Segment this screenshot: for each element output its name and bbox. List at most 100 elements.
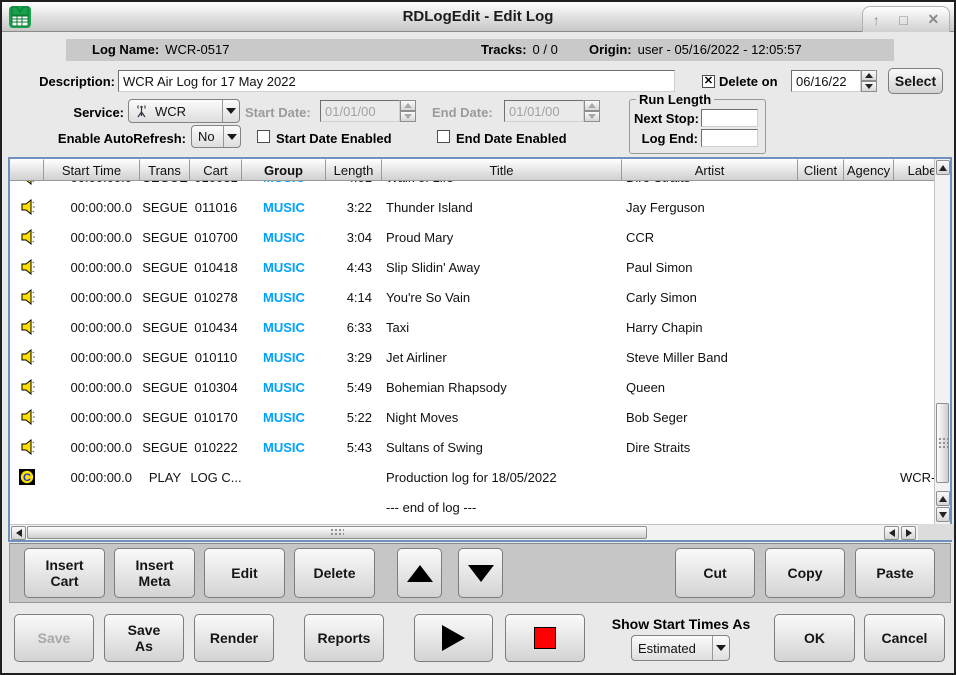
speaker-icon	[10, 348, 44, 366]
maximize-icon[interactable]: □	[899, 12, 907, 28]
scroll-down-icon[interactable]	[936, 507, 950, 522]
column-header-client[interactable]: Client	[798, 159, 844, 181]
column-header-artist[interactable]: Artist	[622, 159, 798, 181]
save-as-button[interactable]: Save As	[104, 614, 184, 662]
speaker-icon	[10, 318, 44, 336]
log-row[interactable]: 00:00:00.0SEGUE010031MUSIC4:01Walk of Li…	[10, 181, 934, 192]
cell-trans: SEGUE	[140, 380, 190, 395]
log-end-label: Log End:	[634, 131, 698, 146]
cancel-button[interactable]: Cancel	[864, 614, 945, 662]
cell-time: 00:00:00.0	[44, 410, 140, 425]
origin-label: Origin:	[589, 42, 632, 57]
cell-artist: Paul Simon	[622, 260, 798, 275]
up-arrow-icon	[407, 565, 433, 582]
cell-group: MUSIC	[242, 230, 326, 245]
scrollbar-corner	[918, 524, 954, 540]
start-date-spinner	[400, 100, 416, 122]
log-row[interactable]: 00:00:00.0SEGUE010222MUSIC5:43Sultans of…	[10, 432, 934, 462]
horizontal-scrollbar-thumb[interactable]	[27, 526, 647, 539]
log-row[interactable]: 00:00:00.0SEGUE010110MUSIC3:29Jet Airlin…	[10, 342, 934, 372]
log-row[interactable]: C00:00:00.0PLAYLOG C...Production log fo…	[10, 462, 934, 492]
next-stop-input[interactable]	[701, 109, 758, 127]
column-header-title[interactable]: Title	[382, 159, 622, 181]
column-header-label[interactable]: Label	[894, 159, 934, 181]
log-row[interactable]: 00:00:00.0SEGUE010278MUSIC4:14You're So …	[10, 282, 934, 312]
cell-cart: 010222	[190, 440, 242, 455]
scroll-up-icon[interactable]	[936, 491, 950, 506]
next-stop-label: Next Stop:	[634, 111, 698, 126]
vertical-scrollbar-thumb[interactable]	[936, 403, 949, 483]
cell-len: 5:43	[326, 440, 382, 455]
cell-artist: Jay Ferguson	[622, 200, 798, 215]
cell-group: MUSIC	[242, 200, 326, 215]
cell-trans: SEGUE	[140, 181, 190, 185]
log-row[interactable]: 00:00:00.0SEGUE010170MUSIC5:22Night Move…	[10, 402, 934, 432]
titlebar[interactable]: RDLogEdit - Edit Log ↑ □ ✕	[2, 2, 954, 32]
origin-value: user - 05/16/2022 - 12:05:57	[638, 42, 802, 57]
column-header-group[interactable]: Group	[242, 159, 326, 181]
close-icon[interactable]: ✕	[927, 11, 939, 28]
cell-time: 00:00:00.0	[44, 260, 140, 275]
log-end-input[interactable]	[701, 129, 758, 147]
show-start-times-select[interactable]: Estimated	[631, 635, 730, 661]
cell-title: Walk of Life	[382, 181, 622, 185]
column-header-start-time[interactable]: Start Time	[44, 159, 140, 181]
scroll-right-icon[interactable]	[901, 526, 916, 540]
column-header-length[interactable]: Length	[326, 159, 382, 181]
autorefresh-select[interactable]: No	[191, 125, 241, 148]
insert-meta-button[interactable]: Insert Meta	[114, 548, 195, 598]
move-down-button[interactable]	[458, 548, 503, 598]
paste-button[interactable]: Paste	[855, 548, 935, 598]
description-input[interactable]	[118, 70, 675, 92]
speaker-icon	[10, 288, 44, 306]
delete-on-checkbox[interactable]: ✕	[702, 75, 715, 88]
column-header-cart[interactable]: Cart	[190, 159, 242, 181]
ok-button[interactable]: OK	[774, 614, 855, 662]
end-date-enabled-checkbox[interactable]	[437, 130, 450, 143]
cell-cart: 010304	[190, 380, 242, 395]
speaker-icon	[10, 378, 44, 396]
log-row[interactable]: --- end of log ---	[10, 492, 934, 522]
move-up-button[interactable]	[397, 548, 442, 598]
scroll-left-icon[interactable]	[884, 526, 899, 540]
speaker-icon	[10, 181, 44, 186]
column-header-trans[interactable]: Trans	[140, 159, 190, 181]
cell-cart: 010434	[190, 320, 242, 335]
cell-trans: SEGUE	[140, 440, 190, 455]
origin-group: Origin: user - 05/16/2022 - 12:05:57	[589, 42, 802, 57]
stop-button[interactable]	[505, 614, 585, 662]
vertical-scrollbar[interactable]	[934, 159, 950, 524]
cut-button[interactable]: Cut	[675, 548, 755, 598]
column-header-icon[interactable]	[10, 159, 44, 181]
log-row[interactable]: 00:00:00.0SEGUE010418MUSIC4:43Slip Slidi…	[10, 252, 934, 282]
delete-button[interactable]: Delete	[294, 548, 375, 598]
play-button[interactable]	[414, 614, 493, 662]
cell-len: 5:22	[326, 410, 382, 425]
start-date-enabled-checkbox[interactable]	[257, 130, 270, 143]
column-header-agency[interactable]: Agency	[844, 159, 894, 181]
delete-date-input[interactable]	[791, 70, 861, 92]
log-row[interactable]: 00:00:00.0SEGUE011016MUSIC3:22Thunder Is…	[10, 192, 934, 222]
speaker-icon	[10, 258, 44, 276]
delete-on-label: Delete on	[719, 74, 778, 89]
scroll-up-icon[interactable]	[936, 160, 950, 175]
log-row[interactable]: 00:00:00.0SEGUE010304MUSIC5:49Bohemian R…	[10, 372, 934, 402]
render-button[interactable]: Render	[194, 614, 274, 662]
show-start-times-value: Estimated	[632, 641, 712, 656]
select-button[interactable]: Select	[888, 68, 943, 94]
shade-icon[interactable]: ↑	[873, 12, 880, 28]
reports-button[interactable]: Reports	[304, 614, 384, 662]
log-row[interactable]: 00:00:00.0SEGUE010434MUSIC6:33TaxiHarry …	[10, 312, 934, 342]
copy-button[interactable]: Copy	[765, 548, 845, 598]
insert-cart-button[interactable]: Insert Cart	[24, 548, 105, 598]
log-row[interactable]: 00:00:00.0SEGUE010700MUSIC3:04Proud Mary…	[10, 222, 934, 252]
log-table: Start TimeTransCartGroupLengthTitleArtis…	[8, 157, 952, 542]
spin-down-icon[interactable]	[861, 81, 877, 92]
spin-up-icon[interactable]	[861, 70, 877, 81]
speaker-icon	[10, 438, 44, 456]
edit-button[interactable]: Edit	[204, 548, 285, 598]
cell-artist: Carly Simon	[622, 290, 798, 305]
service-select[interactable]: WCR	[128, 99, 240, 123]
scroll-left-icon[interactable]	[11, 526, 26, 540]
horizontal-scrollbar[interactable]	[10, 524, 918, 540]
